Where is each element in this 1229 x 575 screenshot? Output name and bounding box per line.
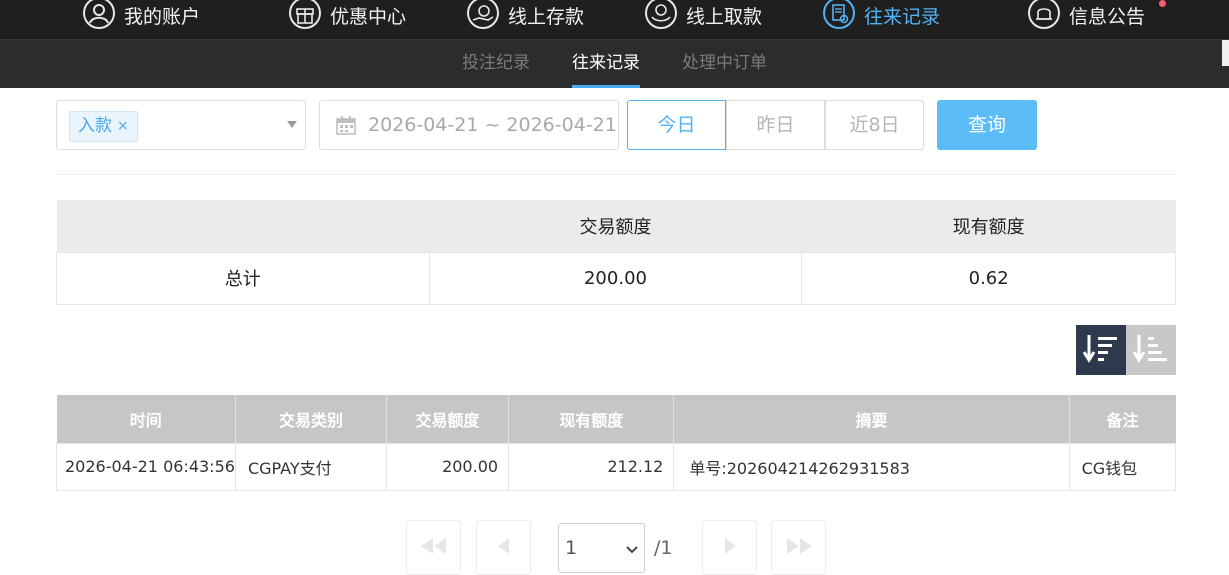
nav-item-online-withdraw[interactable]: 线上取款	[644, 0, 762, 30]
sort-descending-button[interactable]	[1076, 325, 1126, 375]
summary-header-row: 交易额度 现有额度	[56, 200, 1176, 252]
range-today-button[interactable]: 今日	[627, 100, 726, 150]
bell-icon	[1027, 0, 1061, 30]
cell-remark: CG钱包	[1068, 442, 1177, 491]
nav-label: 信息公告	[1069, 5, 1146, 28]
divider	[56, 174, 1176, 175]
nav-label: 我的账户	[124, 5, 201, 28]
column-header-balance: 现有额度	[508, 395, 675, 443]
nav-item-online-deposit[interactable]: 线上存款	[466, 0, 584, 30]
summary-current-balance: 0.62	[801, 251, 1176, 305]
transaction-type-select[interactable]: 入款 ×	[56, 100, 306, 150]
range-yesterday-button[interactable]: 昨日	[726, 100, 825, 150]
range-last-8-days-button[interactable]: 近8日	[825, 100, 924, 150]
summary-header: 现有额度	[801, 200, 1176, 252]
cell-category: CGPAY支付	[234, 442, 388, 491]
tab-transaction-records[interactable]: 往来记录	[572, 40, 640, 88]
page-select[interactable]: 1	[558, 523, 645, 573]
cell-summary: 单号:202604214262931583	[673, 442, 1070, 491]
nav-label: 线上存款	[508, 5, 585, 28]
gift-icon	[288, 0, 322, 30]
nav-item-promotions[interactable]: 优惠中心	[288, 0, 406, 30]
calendar-icon	[336, 115, 356, 139]
type-tag: 入款 ×	[69, 111, 138, 142]
nav-label: 往来记录	[864, 5, 941, 28]
deposit-icon	[466, 0, 500, 30]
column-header-time: 时间	[56, 395, 236, 443]
close-icon[interactable]: ×	[117, 112, 129, 141]
next-page-button[interactable]	[702, 520, 757, 575]
cell-amount: 200.00	[385, 442, 510, 491]
records-icon	[822, 0, 856, 30]
summary-header: 交易额度	[429, 200, 802, 252]
summary-transaction-amount: 200.00	[428, 251, 803, 305]
prev-page-button[interactable]	[476, 520, 531, 575]
column-header-remark: 备注	[1069, 395, 1176, 443]
nav-item-transaction-records[interactable]: 往来记录	[822, 0, 940, 30]
notification-dot	[1159, 0, 1166, 7]
sort-ascending-button[interactable]	[1126, 325, 1176, 375]
tab-pending-orders[interactable]: 处理中订单	[682, 40, 767, 88]
date-range-picker[interactable]: 2026-04-21 ~ 2026-04-21	[319, 100, 619, 150]
sort-ascending-icon	[1132, 332, 1169, 368]
summary-header	[56, 200, 430, 252]
nav-label: 线上取款	[686, 5, 763, 28]
column-header-summary: 摘要	[673, 395, 1070, 443]
query-button[interactable]: 查询	[937, 100, 1037, 150]
summary-table: 交易额度 现有额度 总计 200.00 0.62	[56, 200, 1176, 305]
nav-item-my-account[interactable]: 我的账户	[82, 0, 200, 30]
scrollbar[interactable]	[1222, 40, 1229, 66]
summary-total-label: 总计	[56, 251, 430, 305]
user-icon	[82, 0, 116, 30]
summary-row: 总计 200.00 0.62	[56, 251, 1176, 305]
records-table: 时间 交易类别 交易额度 现有额度 摘要 备注 2026-04-21 06:43…	[56, 395, 1177, 491]
last-page-button[interactable]	[771, 520, 826, 575]
table-row: 2026-04-21 06:43:56 CGPAY支付 200.00 212.1…	[56, 442, 1177, 491]
tab-bet-records[interactable]: 投注纪录	[462, 40, 530, 88]
next-page-icon	[723, 537, 737, 558]
first-page-icon	[420, 537, 448, 558]
cell-balance: 212.12	[508, 442, 675, 491]
column-header-category: 交易类别	[235, 395, 388, 443]
cell-time: 2026-04-21 06:43:56	[56, 442, 236, 491]
type-tag-label: 入款	[78, 116, 112, 136]
nav-label: 优惠中心	[330, 5, 407, 28]
nav-item-announcements[interactable]: 信息公告	[1027, 0, 1145, 30]
current-page: 1	[565, 537, 578, 559]
records-header-row: 时间 交易类别 交易额度 现有额度 摘要 备注	[56, 395, 1176, 443]
caret-down-icon	[287, 121, 297, 128]
sort-descending-icon	[1082, 332, 1119, 368]
sub-nav: 投注纪录 往来记录 处理中订单	[0, 39, 1229, 88]
date-range-value: 2026-04-21 ~ 2026-04-21	[368, 114, 617, 136]
prev-page-icon	[497, 537, 511, 558]
total-pages: /1	[654, 537, 673, 559]
last-page-icon	[785, 537, 813, 558]
top-nav: 我的账户 优惠中心 线上存款 线上取款 往来记录 信息公告	[0, 0, 1229, 39]
chevron-down-icon	[626, 541, 638, 560]
withdraw-icon	[644, 0, 678, 30]
column-header-amount: 交易额度	[386, 395, 510, 443]
first-page-button[interactable]	[406, 520, 461, 575]
